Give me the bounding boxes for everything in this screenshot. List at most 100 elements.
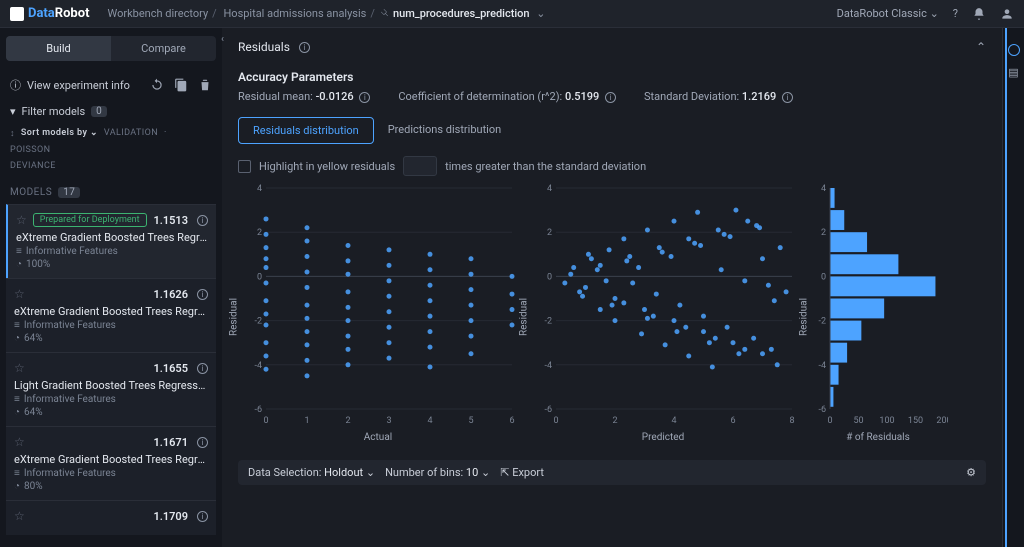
tab-compare[interactable]: Compare <box>111 36 216 61</box>
logo[interactable]: DataRobot <box>10 6 89 21</box>
gauge-icon: ◔ <box>14 333 20 344</box>
branch-icon: ⑂ <box>378 7 392 21</box>
model-subtitle: ≡Informative Features <box>14 394 208 405</box>
model-name: eXtreme Gradient Boosted Trees Regressor… <box>16 231 208 244</box>
info-icon[interactable]: i <box>197 511 208 522</box>
rail-icon-2[interactable]: ▤ <box>1008 66 1018 79</box>
svg-text:4: 4 <box>671 416 676 426</box>
star-icon[interactable]: ☆ <box>14 287 25 301</box>
user-icon[interactable] <box>1000 7 1014 21</box>
bell-icon[interactable] <box>972 7 986 21</box>
trash-icon[interactable] <box>198 78 212 92</box>
highlight-label-1: Highlight in yellow residuals <box>259 160 395 173</box>
info-icon[interactable]: i <box>197 215 208 226</box>
chevron-down-icon[interactable]: ⌄ <box>536 7 545 20</box>
info-icon[interactable]: i <box>605 92 616 103</box>
breadcrumb: Workbench directory/ Hospital admissions… <box>107 7 545 20</box>
crumb-c[interactable]: num_procedures_prediction <box>393 7 530 20</box>
sort-models[interactable]: ↕ Sort models by ⌄ VALIDATION· POISSON D… <box>10 128 212 171</box>
model-name: eXtreme Gradient Boosted Trees Regressor… <box>14 305 208 318</box>
collapse-panel-icon[interactable]: ⌃ <box>976 40 986 54</box>
subtabs: Residuals distribution Predictions distr… <box>238 117 986 144</box>
model-card[interactable]: ☆1.1671i eXtreme Gradient Boosted Trees … <box>6 426 216 500</box>
models-count: 17 <box>58 187 80 198</box>
star-icon[interactable]: ☆ <box>14 361 25 375</box>
highlight-input[interactable] <box>403 156 437 176</box>
info-icon[interactable]: i <box>299 42 310 53</box>
panel-header: Residuals i ⌃ <box>238 40 986 54</box>
model-score: 1.1513 <box>153 214 188 227</box>
info-icon[interactable]: i <box>197 437 208 448</box>
num-bins[interactable]: Number of bins: 10 ⌄ <box>385 466 490 479</box>
svg-text:0: 0 <box>257 272 262 282</box>
svg-text:3: 3 <box>386 416 391 426</box>
svg-text:-6: -6 <box>544 405 552 415</box>
svg-text:4: 4 <box>821 184 826 194</box>
models-header: MODELS 17 <box>10 187 212 198</box>
svg-text:150: 150 <box>908 416 923 426</box>
svg-text:4: 4 <box>547 184 552 194</box>
info-icon[interactable]: i <box>782 92 793 103</box>
brand-part2: Robot <box>55 6 90 21</box>
xlabel-predicted: Predicted <box>528 432 798 443</box>
model-subtitle: ≡Informative Features <box>14 468 208 479</box>
sidebar-tabs: Build Compare <box>6 36 216 61</box>
view-experiment-info[interactable]: ⓘ View experiment info <box>10 77 212 93</box>
logo-icon <box>10 7 24 21</box>
subtab-residuals[interactable]: Residuals distribution <box>238 117 374 144</box>
filter-icon: ▾ <box>10 105 16 118</box>
copy-icon[interactable] <box>174 78 188 92</box>
svg-text:-4: -4 <box>818 361 826 371</box>
svg-text:-4: -4 <box>544 361 552 371</box>
model-pct: ◔80% <box>14 481 208 492</box>
rail-line <box>1005 28 1007 547</box>
filter-count: 0 <box>91 106 107 117</box>
rail-icon-1[interactable] <box>1008 44 1020 56</box>
main-content: Residuals i ⌃ Accuracy Parameters Residu… <box>222 28 1002 547</box>
star-icon[interactable]: ☆ <box>14 435 25 449</box>
models-list: ☆Prepared for Deployment1.1513i eXtreme … <box>6 204 216 535</box>
histogram: -6-4-2024050100150200 <box>808 182 948 427</box>
help-icon[interactable]: ? <box>953 7 958 20</box>
export-button[interactable]: ⇱ Export <box>500 466 544 479</box>
residual-mean: -0.0126 <box>316 90 354 103</box>
chart-actual: Residual -6-4-20240123456 Actual <box>238 182 518 452</box>
info-icon[interactable]: i <box>359 92 370 103</box>
svg-text:100: 100 <box>879 416 894 426</box>
info-icon[interactable]: i <box>197 363 208 374</box>
model-name: Light Gradient Boosted Trees Regressor w… <box>14 379 208 392</box>
model-card[interactable]: ☆1.1626i eXtreme Gradient Boosted Trees … <box>6 278 216 352</box>
crumb-a[interactable]: Workbench directory <box>107 7 208 20</box>
scatter-actual: -6-4-20240123456 <box>238 182 518 427</box>
model-score: 1.1655 <box>153 362 188 375</box>
model-pct: ◔100% <box>16 259 208 270</box>
gear-icon[interactable]: ⚙ <box>966 466 976 479</box>
model-pct: ◔64% <box>14 333 208 344</box>
data-selection[interactable]: Data Selection: Holdout ⌄ <box>248 466 375 479</box>
highlight-checkbox[interactable] <box>238 160 251 173</box>
tab-build[interactable]: Build <box>6 36 111 61</box>
xlabel-hist: # of Residuals <box>808 432 948 443</box>
filter-models[interactable]: ▾ Filter models 0 <box>10 105 212 118</box>
model-card[interactable]: ☆1.1709i <box>6 500 216 535</box>
stack-icon: ≡ <box>14 468 20 479</box>
refresh-icon[interactable] <box>150 78 164 92</box>
model-card[interactable]: ☆ 1.1655 i Light Gradient Boosted Trees Re… <box>6 352 216 426</box>
star-icon[interactable]: ☆ <box>16 213 27 227</box>
star-icon[interactable]: ☆ <box>14 509 25 523</box>
info-icon: ⓘ <box>10 77 21 93</box>
right-rail: ▤ <box>1002 28 1024 547</box>
subtab-predictions[interactable]: Predictions distribution <box>374 117 515 144</box>
metrics-row: Residual mean: -0.0126 i Coefficient of … <box>238 90 986 103</box>
svg-text:50: 50 <box>853 416 863 426</box>
info-icon[interactable]: i <box>197 289 208 300</box>
model-score: 1.1671 <box>153 436 188 449</box>
classic-link[interactable]: DataRobot Classic ⌄ <box>837 7 939 20</box>
svg-text:2: 2 <box>821 228 826 238</box>
gauge-icon: ◔ <box>14 481 20 492</box>
model-pct: ◔64% <box>14 407 208 418</box>
model-card[interactable]: ☆Prepared for Deployment1.1513i eXtreme … <box>6 204 216 278</box>
ylabel: Residual <box>519 298 530 336</box>
crumb-b[interactable]: Hospital admissions analysis <box>223 7 366 20</box>
svg-text:0: 0 <box>547 272 552 282</box>
